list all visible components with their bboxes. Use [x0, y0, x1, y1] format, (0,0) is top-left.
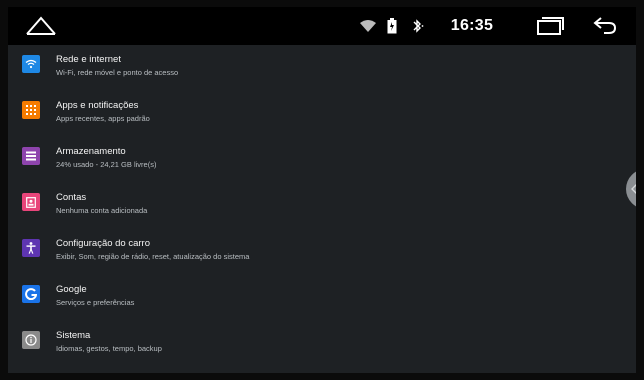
- settings-item-title: Sistema: [56, 330, 91, 341]
- apps-grid-icon: [22, 101, 40, 119]
- info-icon: [22, 331, 40, 349]
- settings-item-subtitle: Wi-Fi, rede móvel e ponto de acesso: [56, 68, 179, 77]
- settings-item-accounts[interactable]: Contas Nenhuma conta adicionada: [8, 183, 636, 229]
- settings-item-subtitle: 24% usado - 24,21 GB livre(s): [56, 160, 157, 169]
- settings-item-subtitle: Idiomas, gestos, tempo, backup: [56, 344, 162, 353]
- accessibility-icon: [22, 239, 40, 257]
- settings-item-subtitle: Serviços e preferências: [56, 298, 135, 307]
- home-icon[interactable]: [22, 7, 60, 45]
- settings-item-title: Configuração do carro: [56, 238, 150, 249]
- recents-icon[interactable]: [532, 7, 568, 45]
- wifi-icon: [22, 55, 40, 73]
- settings-item-subtitle: Nenhuma conta adicionada: [56, 206, 148, 215]
- settings-item-subtitle: Exibir, Som, região de rádio, reset, atu…: [56, 252, 250, 261]
- clock-text: 16:35: [450, 17, 494, 34]
- settings-item-title: Contas: [56, 192, 87, 203]
- status-bar: 16:35: [8, 7, 636, 45]
- settings-item-system[interactable]: Sistema Idiomas, gestos, tempo, backup: [8, 321, 636, 367]
- settings-item-subtitle: Apps recentes, apps padrão: [56, 114, 150, 123]
- storage-icon: [22, 147, 40, 165]
- settings-item-title: Apps e notificações: [56, 100, 139, 111]
- settings-item-storage[interactable]: Armazenamento 24% usado - 24,21 GB livre…: [8, 137, 636, 183]
- account-icon: [22, 193, 40, 211]
- back-icon[interactable]: [588, 7, 622, 45]
- settings-item-title: Google: [56, 284, 87, 295]
- settings-item-title: Rede e internet: [56, 54, 121, 65]
- bluetooth-icon: [409, 7, 427, 45]
- settings-item-title: Armazenamento: [56, 146, 126, 157]
- chevron-left-icon: [631, 184, 636, 194]
- settings-item-apps[interactable]: Apps e notificações Apps recentes, apps …: [8, 91, 636, 137]
- settings-item-car-config[interactable]: Configuração do carro Exibir, Som, regiã…: [8, 229, 636, 275]
- settings-screen: 16:35 Rede e internet Wi-Fi, rede móvel …: [8, 7, 636, 373]
- wifi-icon: [356, 7, 380, 45]
- settings-item-google[interactable]: Google Serviços e preferências: [8, 275, 636, 321]
- battery-icon: [384, 7, 400, 45]
- settings-item-network[interactable]: Rede e internet Wi-Fi, rede móvel e pont…: [8, 45, 636, 91]
- google-icon: [22, 285, 40, 303]
